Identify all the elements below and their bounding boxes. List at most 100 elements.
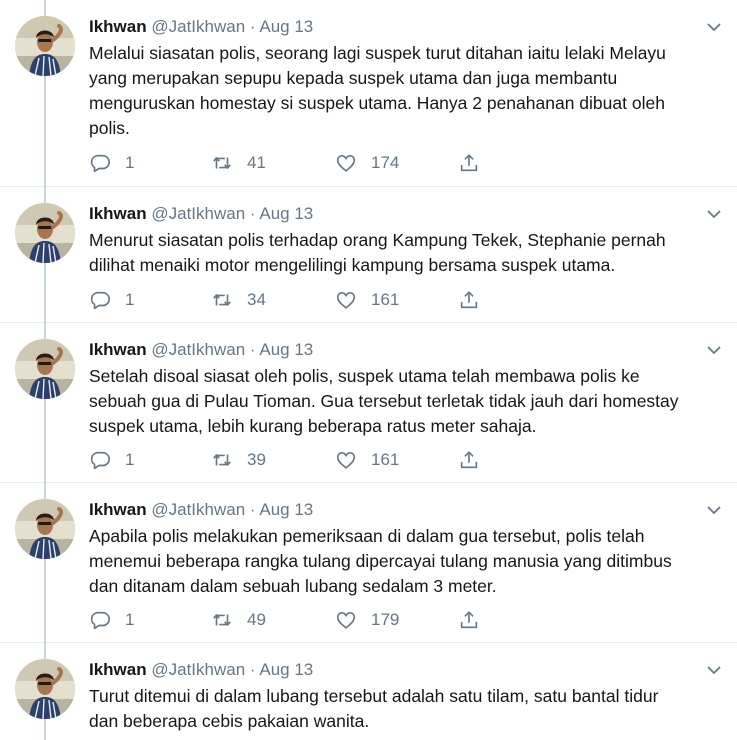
- avatar[interactable]: [15, 203, 75, 263]
- tweet-actions: 1 41 174: [89, 151, 489, 175]
- thread-connector: [44, 263, 46, 323]
- thread-connector: [44, 559, 46, 643]
- tweet-text: Melalui siasatan polis, seorang lagi sus…: [89, 43, 666, 138]
- retweet-count: 41: [247, 153, 266, 172]
- tweet-date[interactable]: Aug 13: [259, 17, 313, 36]
- avatar[interactable]: [15, 339, 75, 399]
- reply-button[interactable]: 1: [89, 288, 134, 312]
- separator: ·: [249, 340, 256, 359]
- separator: ·: [249, 17, 256, 36]
- chevron-down-icon[interactable]: [705, 343, 723, 357]
- chevron-down-icon[interactable]: [705, 663, 723, 677]
- heart-icon: [335, 289, 357, 311]
- tweet-text: Apabila polis melakukan pemeriksaan di d…: [89, 526, 672, 596]
- user-handle[interactable]: @JatIkhwan: [151, 204, 245, 223]
- tweet-header: Ikhwan @JatIkhwan · Aug 13: [89, 499, 313, 521]
- tweet-text: Menurut siasatan polis terhadap orang Ka…: [89, 230, 666, 275]
- like-count: 161: [371, 450, 400, 469]
- share-icon: [458, 609, 480, 631]
- user-handle[interactable]: @JatIkhwan: [151, 500, 245, 519]
- retweet-icon: [211, 289, 233, 311]
- tweet-header: Ikhwan @JatIkhwan · Aug 13: [89, 659, 313, 681]
- thread-connector: [44, 76, 46, 187]
- separator: ·: [249, 660, 256, 679]
- retweet-button[interactable]: 34: [211, 288, 266, 312]
- user-handle[interactable]: @JatIkhwan: [151, 340, 245, 359]
- tweet[interactable]: Ikhwan @JatIkhwan · Aug 13 Setelah disoa…: [0, 323, 737, 483]
- chevron-down-icon[interactable]: [705, 503, 723, 517]
- share-icon: [458, 152, 480, 174]
- reply-count: 1: [125, 610, 135, 629]
- like-button[interactable]: 174: [335, 151, 399, 175]
- display-name[interactable]: Ikhwan: [89, 660, 147, 679]
- tweet-date[interactable]: Aug 13: [259, 340, 313, 359]
- reply-icon: [89, 609, 111, 631]
- reply-button[interactable]: 1: [89, 448, 134, 472]
- tweet-date[interactable]: Aug 13: [259, 500, 313, 519]
- share-button[interactable]: [458, 448, 480, 472]
- tweet-header: Ikhwan @JatIkhwan · Aug 13: [89, 203, 313, 225]
- avatar[interactable]: [15, 499, 75, 559]
- retweet-count: 34: [247, 290, 266, 309]
- tweet-actions: 1 34 161: [89, 288, 489, 312]
- tweet-thread: Ikhwan @JatIkhwan · Aug 13 Melalui siasa…: [0, 0, 737, 740]
- reply-icon: [89, 289, 111, 311]
- share-icon: [458, 289, 480, 311]
- like-count: 174: [371, 153, 400, 172]
- separator: ·: [249, 500, 256, 519]
- reply-button[interactable]: 1: [89, 608, 134, 632]
- tweet-header: Ikhwan @JatIkhwan · Aug 13: [89, 339, 313, 361]
- like-count: 161: [371, 290, 400, 309]
- retweet-button[interactable]: 41: [211, 151, 266, 175]
- retweet-button[interactable]: 49: [211, 608, 266, 632]
- reply-button[interactable]: 1: [89, 151, 134, 175]
- thread-connector: [44, 483, 46, 499]
- display-name[interactable]: Ikhwan: [89, 340, 147, 359]
- tweet-date[interactable]: Aug 13: [259, 660, 313, 679]
- tweet-text: Turut ditemui di dalam lubang tersebut a…: [89, 686, 659, 731]
- thread-connector: [44, 643, 46, 659]
- display-name[interactable]: Ikhwan: [89, 204, 147, 223]
- share-button[interactable]: [458, 288, 480, 312]
- user-handle[interactable]: @JatIkhwan: [151, 660, 245, 679]
- thread-connector: [44, 399, 46, 483]
- display-name[interactable]: Ikhwan: [89, 17, 147, 36]
- user-handle[interactable]: @JatIkhwan: [151, 17, 245, 36]
- tweet[interactable]: Ikhwan @JatIkhwan · Aug 13 Turut ditemui…: [0, 643, 737, 740]
- tweet[interactable]: Ikhwan @JatIkhwan · Aug 13 Menurut siasa…: [0, 187, 737, 323]
- tweet[interactable]: Ikhwan @JatIkhwan · Aug 13 Apabila polis…: [0, 483, 737, 643]
- tweet[interactable]: Ikhwan @JatIkhwan · Aug 13 Melalui siasa…: [0, 0, 737, 187]
- reply-count: 1: [125, 153, 135, 172]
- reply-count: 1: [125, 290, 135, 309]
- thread-connector: [44, 0, 46, 16]
- retweet-icon: [211, 449, 233, 471]
- retweet-icon: [211, 609, 233, 631]
- chevron-down-icon[interactable]: [705, 207, 723, 221]
- tweet-actions: 1 49 179: [89, 608, 489, 632]
- tweet-actions: 1 39 161: [89, 448, 489, 472]
- heart-icon: [335, 609, 357, 631]
- retweet-count: 39: [247, 450, 266, 469]
- avatar[interactable]: [15, 16, 75, 76]
- share-button[interactable]: [458, 151, 480, 175]
- reply-count: 1: [125, 450, 135, 469]
- share-button[interactable]: [458, 608, 480, 632]
- thread-connector: [44, 719, 46, 740]
- avatar[interactable]: [15, 659, 75, 719]
- retweet-icon: [211, 152, 233, 174]
- chevron-down-icon[interactable]: [705, 20, 723, 34]
- retweet-button[interactable]: 39: [211, 448, 266, 472]
- tweet-date[interactable]: Aug 13: [259, 204, 313, 223]
- like-button[interactable]: 161: [335, 448, 399, 472]
- like-count: 179: [371, 610, 400, 629]
- display-name[interactable]: Ikhwan: [89, 500, 147, 519]
- separator: ·: [249, 204, 256, 223]
- thread-connector: [44, 323, 46, 339]
- like-button[interactable]: 179: [335, 608, 399, 632]
- thread-connector: [44, 187, 46, 203]
- share-icon: [458, 449, 480, 471]
- heart-icon: [335, 449, 357, 471]
- reply-icon: [89, 152, 111, 174]
- like-button[interactable]: 161: [335, 288, 399, 312]
- heart-icon: [335, 152, 357, 174]
